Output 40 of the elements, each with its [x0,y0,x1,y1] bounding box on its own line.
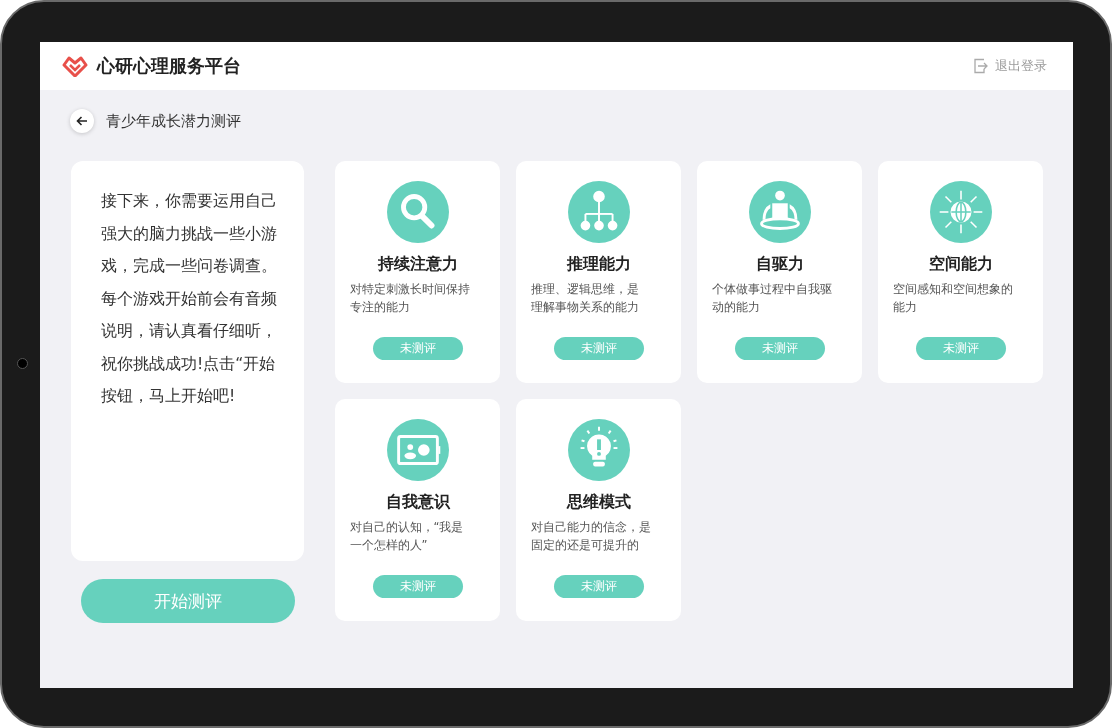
tablet-icon [386,419,449,481]
card-title: 空间能力 [928,254,993,275]
start-button[interactable]: 开始测评 [80,579,295,623]
assessment-card[interactable]: 持续注意力 对特定刺激长时间保持 专注的能力 未测评 [335,161,500,383]
assessment-card[interactable]: 推理能力 推理、逻辑思维，是 理解事物关系的能力 未测评 [516,161,681,383]
assessment-card[interactable]: 空间能力 空间感知和空间想象的 能力 未测评 [878,161,1043,383]
card-description: 推理、逻辑思维，是 理解事物关系的能力 [530,281,640,316]
card-description: 对特定刺激长时间保持 专注的能力 [349,281,471,316]
page-title: 青少年成长潜力测评 [106,111,241,131]
card-title: 推理能力 [566,254,631,275]
intro-text: 接下来，你需要运用自己 强大的脑力挑战一些小游 戏，完成一些问卷调查。 每个游戏开始前会有音频 说明，请认真看仔细听， 祝你挑战成功!点击“开始 按钮，马上开始吧! [101,191,278,407]
magnifier-icon [386,181,449,243]
card-description: 空间感知和空间想象的 能力 [892,281,1014,316]
status-button[interactable]: 未测评 [553,575,644,598]
card-description: 个体做事过程中自我驱 动的能力 [711,281,833,316]
logout-button[interactable]: 退出登录 [973,57,1047,75]
logo-icon [62,55,88,77]
lightbulb-icon [567,419,630,481]
person-icon [748,181,811,243]
status-button[interactable]: 未测评 [734,337,825,360]
status-button[interactable]: 未测评 [553,337,644,360]
app-title: 心研心理服务平台 [97,54,241,78]
assessment-card[interactable]: 自我意识 对自己的认知，“我是 一个怎样的人” 未测评 [335,399,500,621]
hierarchy-icon [567,181,630,243]
card-description: 对自己的认知，“我是 一个怎样的人” [349,519,465,554]
status-button[interactable]: 未测评 [372,337,463,360]
card-title: 持续注意力 [377,254,458,275]
assessment-card[interactable]: 思维模式 对自己能力的信念，是 固定的还是可提升的 未测评 [516,399,681,621]
card-title: 思维模式 [566,492,631,513]
camera-dot [17,358,28,369]
back-button[interactable] [70,109,94,133]
back-arrow-icon [76,115,88,127]
logout-icon [973,58,989,74]
card-description: 对自己能力的信念，是 固定的还是可提升的 [530,519,652,554]
status-button[interactable]: 未测评 [372,575,463,598]
card-title: 自我意识 [385,492,450,513]
globe-icon [929,181,992,243]
card-title: 自驱力 [755,254,804,275]
assessment-card[interactable]: 自驱力 个体做事过程中自我驱 动的能力 未测评 [697,161,862,383]
status-button[interactable]: 未测评 [915,337,1006,360]
